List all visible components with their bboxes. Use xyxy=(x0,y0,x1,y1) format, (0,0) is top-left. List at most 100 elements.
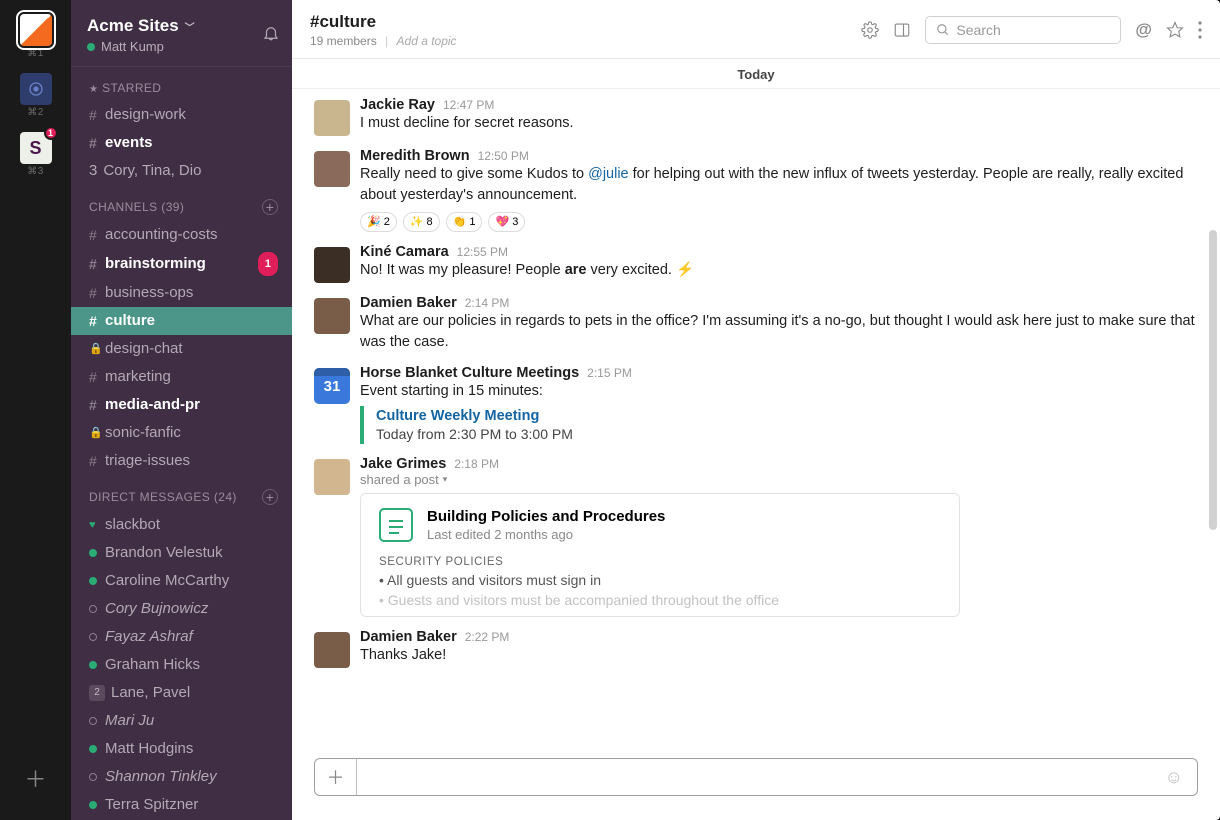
rail-badge: 1 xyxy=(44,126,58,140)
member-count[interactable]: 19 members xyxy=(310,34,377,48)
slack-icon: S xyxy=(29,138,41,159)
message-author[interactable]: Damien Baker xyxy=(360,295,457,311)
presence-dot xyxy=(89,773,97,781)
presence-dot xyxy=(87,43,95,51)
chevron-down-icon: ﹀ xyxy=(185,19,195,34)
scrollbar-thumb[interactable] xyxy=(1209,230,1217,530)
add-workspace-button[interactable]: ＋ xyxy=(18,760,54,796)
details-pane-icon[interactable] xyxy=(893,21,911,39)
message: 31Horse Blanket Culture Meetings2:15 PME… xyxy=(314,361,1198,452)
team-block[interactable]: Acme Sites ﹀ Matt Kump xyxy=(87,16,195,54)
avatar[interactable] xyxy=(314,100,350,136)
channel-marketing[interactable]: #marketing xyxy=(71,363,292,391)
channel-accounting-costs[interactable]: #accounting-costs xyxy=(71,221,292,249)
channel-brainstorming[interactable]: #brainstorming1 xyxy=(71,249,292,279)
more-icon[interactable] xyxy=(1198,21,1202,39)
sidebar-item-cory-tina-dio[interactable]: 3Cory, Tina, Dio xyxy=(71,157,292,185)
mentions-icon[interactable]: @ xyxy=(1135,20,1152,40)
rail-shortcut: ⌘3 xyxy=(27,166,44,177)
dm-shannon-tinkley[interactable]: Shannon Tinkley xyxy=(71,763,292,791)
heart-icon xyxy=(89,514,105,536)
channel-culture[interactable]: #culture xyxy=(71,307,292,335)
reaction[interactable]: 👏1 xyxy=(446,212,483,232)
dm-graham-hicks[interactable]: Graham Hicks xyxy=(71,651,292,679)
reaction[interactable]: 💖3 xyxy=(488,212,525,232)
star-icon[interactable] xyxy=(1166,21,1184,39)
dm-mari-ju[interactable]: Mari Ju xyxy=(71,707,292,735)
add-dm-button[interactable]: + xyxy=(262,489,278,505)
dm-lane-pavel[interactable]: 2Lane, Pavel xyxy=(71,679,292,707)
event-attachment[interactable]: Culture Weekly MeetingToday from 2:30 PM… xyxy=(360,406,1198,444)
avatar[interactable] xyxy=(314,247,350,283)
add-channel-button[interactable]: + xyxy=(262,199,278,215)
message-text: Thanks Jake! xyxy=(360,645,1198,666)
presence-dot xyxy=(89,801,97,809)
chevron-down-icon: ▾ xyxy=(443,474,448,485)
message-author[interactable]: Kiné Camara xyxy=(360,244,449,260)
avatar[interactable] xyxy=(314,632,350,668)
message-time: 2:18 PM xyxy=(454,457,499,471)
channel-business-ops[interactable]: #business-ops xyxy=(71,279,292,307)
channel-design-chat[interactable]: 🔒design-chat xyxy=(71,335,292,363)
dm-terra-spitzner[interactable]: Terra Spitzner xyxy=(71,791,292,819)
message: Damien Baker 2:14 PMWhat are our policies… xyxy=(314,291,1198,361)
workspace-tile-2[interactable] xyxy=(20,73,52,105)
sidebar-item-design-work[interactable]: #design-work xyxy=(71,101,292,129)
channel-triage-issues[interactable]: #triage-issues xyxy=(71,447,292,475)
reaction[interactable]: 🎉2 xyxy=(360,212,397,232)
sidebar-item-events[interactable]: #events xyxy=(71,129,292,157)
message-time: 12:55 PM xyxy=(457,245,508,259)
section-dms-header[interactable]: Direct Messages (24) + xyxy=(71,475,292,511)
dm-brandon-velestuk[interactable]: Brandon Velestuk xyxy=(71,539,292,567)
dm-fayaz-ashraf[interactable]: Fayaz Ashraf xyxy=(71,623,292,651)
settings-icon[interactable] xyxy=(861,21,879,39)
post-card[interactable]: Building Policies and ProceduresLast edi… xyxy=(360,493,960,617)
sidebar: Acme Sites ﹀ Matt Kump ★ Starred #design… xyxy=(71,0,292,820)
add-topic-link[interactable]: Add a topic xyxy=(397,34,457,48)
section-channels-header[interactable]: Channels (39) + xyxy=(71,185,292,221)
message-author[interactable]: Jake Grimes xyxy=(360,456,446,472)
message-time: 2:14 PM xyxy=(465,296,510,310)
dm-cory-bujnowicz[interactable]: Cory Bujnowicz xyxy=(71,595,292,623)
reaction[interactable]: ✨8 xyxy=(403,212,440,232)
message-author[interactable]: Meredith Brown xyxy=(360,148,470,164)
channel-media-and-pr[interactable]: #media-and-pr xyxy=(71,391,292,419)
calendar-icon: 31 xyxy=(314,368,350,404)
message-author[interactable]: Jackie Ray xyxy=(360,97,435,113)
dm-matt-hodgins[interactable]: Matt Hodgins xyxy=(71,735,292,763)
current-user: Matt Kump xyxy=(101,39,164,54)
rail-shortcut: ⌘1 xyxy=(27,48,44,59)
message-text: No! It was my pleasure! People are very … xyxy=(360,260,1198,281)
message-text: What are our policies in regards to pets… xyxy=(360,311,1198,353)
message-text: Really need to give some Kudos to @julie… xyxy=(360,164,1198,206)
avatar[interactable] xyxy=(314,459,350,495)
target-icon xyxy=(28,81,44,97)
section-starred-header[interactable]: ★ Starred xyxy=(71,67,292,101)
main-pane: #culture 19 members | Add a topic Search… xyxy=(292,0,1220,820)
avatar[interactable] xyxy=(314,151,350,187)
channel-sonic-fanfic[interactable]: 🔒sonic-fanfic xyxy=(71,419,292,447)
dm-slackbot[interactable]: slackbot xyxy=(71,511,292,539)
team-name: Acme Sites xyxy=(87,16,179,36)
lock-icon: 🔒 xyxy=(89,338,105,360)
workspace-tile-3[interactable]: 1 S xyxy=(20,132,52,164)
workspace-tile-acme[interactable] xyxy=(20,14,52,46)
bell-icon[interactable] xyxy=(262,24,280,47)
presence-dot xyxy=(89,661,97,669)
message-author[interactable]: Horse Blanket Culture Meetings xyxy=(360,365,579,381)
avatar[interactable] xyxy=(314,298,350,334)
search-icon xyxy=(936,23,950,37)
search-input[interactable]: Search xyxy=(925,16,1121,44)
lock-icon: 🔒 xyxy=(89,422,105,444)
emoji-picker-button[interactable]: ☺ xyxy=(1151,767,1197,788)
message: Meredith Brown12:50 PMReally need to giv… xyxy=(314,144,1198,240)
message-author[interactable]: Damien Baker xyxy=(360,629,457,645)
message-time: 12:47 PM xyxy=(443,98,494,112)
dm-caroline-mccarthy[interactable]: Caroline McCarthy xyxy=(71,567,292,595)
message-time: 2:15 PM xyxy=(587,366,632,380)
message-list: Jackie Ray12:47 PMI must decline for sec… xyxy=(292,89,1220,754)
composer[interactable]: ＋ ☺ xyxy=(314,758,1198,796)
message: Kiné Camara 12:55 PMNo! It was my pleasur… xyxy=(314,240,1198,291)
message-input[interactable] xyxy=(357,759,1151,795)
composer-attach-button[interactable]: ＋ xyxy=(315,759,357,795)
